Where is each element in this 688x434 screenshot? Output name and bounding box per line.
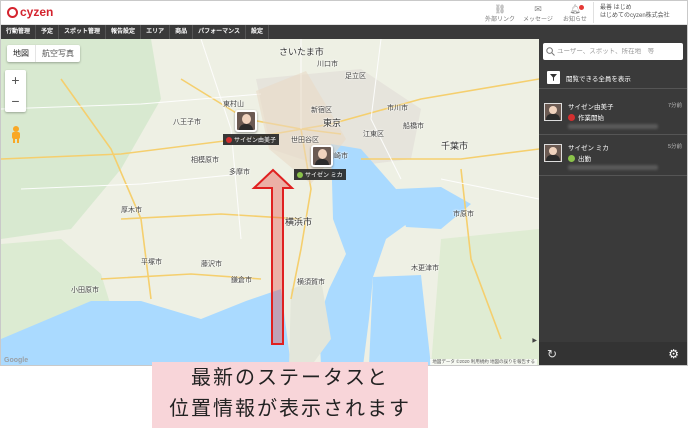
filter-icon — [550, 74, 557, 81]
map-type-satellite-button[interactable]: 航空写真 — [35, 45, 80, 62]
place-adachi: 足立区 — [345, 73, 366, 80]
zoom-out-button[interactable]: − — [5, 91, 26, 112]
nav-spot[interactable]: スポット管理 — [59, 25, 107, 39]
pegman-icon[interactable] — [9, 125, 23, 143]
logo-icon — [7, 6, 18, 18]
message-button[interactable]: ✉ メッセージ — [517, 4, 559, 23]
bell-icon: 🔔︎ — [569, 4, 581, 14]
notification-badge — [579, 5, 584, 10]
sidebar-footer: ↻ ⚙ — [539, 342, 687, 365]
nav-performance[interactable]: パフォーマンス — [193, 25, 246, 39]
nav-settings[interactable]: 設定 — [246, 25, 269, 39]
user-menu[interactable]: 最善 はじめ はじめてのcyzen株式会社 — [593, 2, 686, 23]
logo-text: cyzen — [20, 5, 54, 19]
user-name: 最善 はじめ — [600, 5, 632, 11]
external-link-label: 外部リンク — [484, 17, 515, 23]
member-sidebar: 閲覧できる全員を表示 サイゼン由美子 7分前 作業開始 サイゼン ミカ 5分前 … — [539, 39, 687, 365]
place-tama: 多摩市 — [229, 169, 250, 176]
filter-row: 閲覧できる全員を表示 — [539, 67, 687, 89]
nav-area[interactable]: エリア — [141, 25, 171, 39]
member-status: 作業開始 — [568, 112, 604, 122]
place-shinjuku: 新宿区 — [311, 107, 332, 114]
place-higashimurayama: 東村山 — [223, 101, 244, 108]
member-location-redacted — [568, 165, 658, 170]
place-ichihara: 市原市 — [453, 211, 474, 218]
member-status: 出勤 — [568, 153, 591, 163]
user-marker-yumiko[interactable] — [235, 110, 257, 132]
gear-icon[interactable]: ⚙ — [668, 347, 679, 361]
notification-button[interactable]: 🔔︎ お知らせ — [554, 4, 596, 23]
main-nav: 行動管理 予定 スポット管理 報告設定 エリア 商品 パフォーマンス 設定 — [1, 25, 687, 39]
map-type-map-button[interactable]: 地図 — [7, 45, 35, 62]
filter-label: 閲覧できる全員を表示 — [566, 75, 631, 83]
status-dot-icon — [226, 136, 232, 143]
place-yokohama: 横浜市 — [285, 217, 313, 227]
user-company: はじめてのcyzen株式会社 — [600, 13, 670, 19]
place-saitama: さいたま市 — [279, 47, 324, 57]
place-kamakura: 鎌倉市 — [231, 277, 252, 284]
place-sagamihara: 相模原市 — [191, 157, 219, 164]
app-window: cyzen ⛓ 外部リンク ✉ メッセージ 🔔︎ お知らせ 最善 はじめ はじめ… — [0, 0, 688, 366]
map-view[interactable]: 地図 航空写真 + − さいたま市 川口市 足立区 新宿区 東京 江東区 八王子… — [1, 39, 539, 365]
member-name: サイゼン ミカ — [568, 145, 609, 152]
status-icon — [568, 113, 575, 121]
place-chiba: 千葉市 — [441, 141, 469, 151]
caption-line-2: 位置情報が表示されます — [169, 396, 411, 420]
message-icon: ✉ — [534, 4, 542, 14]
user-marker-mika[interactable] — [311, 145, 333, 167]
status-icon — [568, 154, 575, 162]
avatar — [544, 103, 562, 121]
place-funabashi: 船橋市 — [403, 123, 424, 130]
place-kawaguchi: 川口市 — [317, 61, 338, 68]
avatar — [544, 144, 562, 162]
marker-label-yumiko[interactable]: サイゼン由美子 — [223, 134, 280, 145]
search-input[interactable] — [557, 48, 681, 55]
link-icon: ⛓ — [494, 4, 506, 14]
search-icon — [546, 47, 555, 56]
refresh-icon[interactable]: ↻ — [547, 347, 557, 361]
filter-button[interactable] — [547, 71, 560, 84]
place-hiratsuka: 平塚市 — [141, 259, 162, 266]
caption-line-1: 最新のステータスと — [191, 365, 389, 389]
place-fujisawa: 藤沢市 — [201, 261, 222, 268]
member-time: 5分前 — [667, 144, 682, 150]
nav-product[interactable]: 商品 — [170, 25, 194, 39]
marker-label-mika[interactable]: サイゼン ミカ — [294, 169, 346, 180]
map-background — [1, 39, 539, 365]
member-time: 7分前 — [667, 103, 682, 109]
zoom-control: + − — [5, 70, 26, 112]
place-koto: 江東区 — [363, 131, 384, 138]
place-hachioji: 八王子市 — [173, 119, 201, 126]
search-box — [543, 43, 683, 60]
collapse-panel-icon[interactable]: ▶ — [532, 337, 537, 344]
place-atsugi: 厚木市 — [121, 207, 142, 214]
place-setagaya: 世田谷区 — [291, 137, 319, 144]
map-type-control: 地図 航空写真 — [7, 45, 80, 62]
map-attribution[interactable]: 地図データ ©2020 利用規約 地図の誤りを報告する — [430, 359, 537, 365]
place-kisarazu: 木更津市 — [411, 265, 439, 272]
zoom-in-button[interactable]: + — [5, 70, 26, 91]
member-item-yumiko[interactable]: サイゼン由美子 7分前 作業開始 — [539, 97, 687, 135]
nav-activity[interactable]: 行動管理 — [1, 25, 37, 39]
place-ichikawa: 市川市 — [387, 105, 408, 112]
status-dot-icon — [297, 171, 303, 178]
member-item-mika[interactable]: サイゼン ミカ 5分前 出勤 — [539, 138, 687, 176]
logo[interactable]: cyzen — [7, 5, 53, 19]
message-label: メッセージ — [523, 17, 553, 23]
place-yokosuka: 横須賀市 — [297, 279, 325, 286]
member-name: サイゼン由美子 — [568, 104, 614, 111]
notification-label: お知らせ — [563, 17, 587, 23]
caption-box: 最新のステータスと 位置情報が表示されます — [152, 362, 428, 428]
place-tokyo: 東京 — [323, 118, 342, 128]
nav-schedule[interactable]: 予定 — [36, 25, 60, 39]
header: cyzen ⛓ 外部リンク ✉ メッセージ 🔔︎ お知らせ 最善 はじめ はじめ… — [1, 1, 687, 25]
member-location-redacted — [568, 124, 658, 129]
external-link-button[interactable]: ⛓ 外部リンク — [479, 4, 521, 23]
google-logo: Google — [4, 357, 29, 364]
nav-report[interactable]: 報告設定 — [106, 25, 142, 39]
place-odawara: 小田原市 — [71, 287, 99, 294]
